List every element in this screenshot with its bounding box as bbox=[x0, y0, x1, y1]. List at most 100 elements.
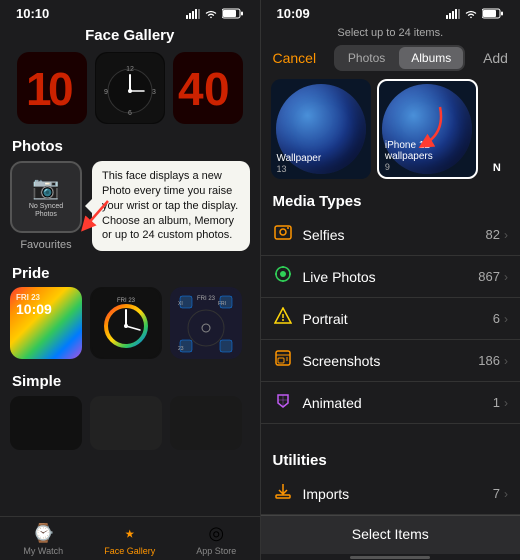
album-grid: Wallpaper 13 iPhone 12 wallpapers 9 N bbox=[261, 79, 520, 187]
selfie-svg bbox=[274, 223, 292, 241]
svg-text:3: 3 bbox=[152, 89, 156, 96]
animated-svg bbox=[274, 391, 292, 409]
svg-text:0: 0 bbox=[48, 63, 74, 115]
media-item-portrait[interactable]: Portrait 6 › bbox=[261, 298, 520, 340]
album-wallpaper-name: Wallpaper bbox=[277, 153, 365, 164]
svg-text:FRI: FRI bbox=[218, 301, 226, 307]
watch-face-1[interactable]: 1 0 bbox=[17, 52, 87, 124]
status-bar-left: 10:10 bbox=[0, 0, 260, 25]
imports-svg bbox=[274, 482, 292, 500]
face-gallery-icon: ⭑ bbox=[125, 523, 135, 544]
imports-label: Imports bbox=[303, 486, 493, 502]
selfies-count: 82 bbox=[486, 227, 500, 242]
status-icons-left bbox=[186, 8, 244, 19]
simple-card-3[interactable] bbox=[170, 396, 242, 450]
media-item-animated[interactable]: Animated 1 › bbox=[261, 382, 520, 424]
pride-label: Pride bbox=[0, 259, 260, 287]
numeral-face-3: 4 0 bbox=[174, 53, 242, 123]
pride-row: FRI 23 10:09 bbox=[0, 287, 260, 359]
selfies-icon bbox=[273, 223, 293, 246]
portrait-count: 6 bbox=[493, 311, 500, 326]
media-item-selfies[interactable]: Selfies 82 › bbox=[261, 214, 520, 256]
media-list: Selfies 82 › Live Photos 867 › bbox=[261, 214, 520, 446]
media-item-live[interactable]: Live Photos 867 › bbox=[261, 256, 520, 298]
screenshots-label: Screenshots bbox=[303, 353, 479, 369]
animated-chevron: › bbox=[504, 396, 508, 410]
photos-section: 📷 No SyncedPhotos Favourites This face d… bbox=[0, 161, 260, 251]
pride-face-1[interactable]: FRI 23 10:09 bbox=[10, 287, 82, 359]
cancel-button[interactable]: Cancel bbox=[273, 50, 317, 66]
watch-face-2[interactable]: 12 6 9 3 bbox=[95, 52, 165, 124]
photos-app-icon: 📷 bbox=[32, 175, 59, 201]
my-watch-icon: ⌚ bbox=[32, 523, 54, 544]
home-indicator bbox=[261, 554, 520, 560]
simple-card-2[interactable] bbox=[90, 396, 162, 450]
live-photos-icon bbox=[273, 265, 293, 288]
svg-text:9: 9 bbox=[104, 89, 108, 96]
album-n[interactable]: N bbox=[484, 79, 510, 179]
svg-text:0: 0 bbox=[204, 63, 230, 115]
nav-app-store-label: App Store bbox=[196, 546, 236, 556]
select-hint: Select up to 24 items. bbox=[261, 25, 520, 45]
signal-icon-right bbox=[446, 9, 460, 19]
portrait-chevron: › bbox=[504, 312, 508, 326]
nav-my-watch[interactable]: ⌚ My Watch bbox=[0, 523, 87, 556]
select-items-label: Select Items bbox=[352, 526, 429, 542]
live-label: Live Photos bbox=[303, 269, 479, 285]
album-wallpaper[interactable]: Wallpaper 13 bbox=[271, 79, 371, 179]
album-wallpaper-count: 13 bbox=[277, 164, 365, 174]
tooltip-text: This face displays a new Photo every tim… bbox=[102, 170, 238, 241]
simple-card-1[interactable] bbox=[10, 396, 82, 450]
battery-icon bbox=[222, 8, 244, 19]
svg-text:12: 12 bbox=[126, 66, 134, 73]
tooltip-bubble: This face displays a new Photo every tim… bbox=[92, 161, 250, 251]
pride-face-2[interactable]: FRI 23 bbox=[90, 287, 162, 359]
favourites-label: Favourites bbox=[20, 235, 71, 251]
photos-section-label: Photos bbox=[0, 134, 260, 161]
pride-time: 10:09 bbox=[16, 302, 52, 316]
numeral-face-1: 1 0 bbox=[18, 53, 86, 123]
app-store-icon: ◎ bbox=[208, 523, 224, 544]
face-gallery-title: Face Gallery bbox=[0, 25, 260, 52]
screenshots-icon bbox=[273, 349, 293, 372]
animated-icon bbox=[273, 391, 293, 414]
select-items-bar[interactable]: Select Items bbox=[261, 515, 520, 554]
watch-face-3[interactable]: 4 0 bbox=[173, 52, 243, 124]
left-panel: 10:10 Face Gallery bbox=[0, 0, 260, 560]
animated-label: Animated bbox=[303, 395, 493, 411]
portrait-label: Portrait bbox=[303, 311, 493, 327]
right-panel: 10:09 Select up to 24 items. Cancel bbox=[261, 0, 520, 560]
media-item-imports[interactable]: Imports 7 › bbox=[261, 473, 520, 515]
screenshots-count: 186 bbox=[478, 353, 500, 368]
time-left: 10:10 bbox=[16, 6, 49, 21]
segment-albums[interactable]: Albums bbox=[399, 47, 463, 69]
analog-face: 12 6 9 3 bbox=[96, 53, 164, 123]
media-item-screenshots[interactable]: Screenshots 186 › bbox=[261, 340, 520, 382]
live-chevron: › bbox=[504, 270, 508, 284]
time-right: 10:09 bbox=[277, 6, 310, 21]
wifi-icon bbox=[204, 9, 218, 19]
status-bar-right: 10:09 bbox=[261, 0, 520, 25]
segment-control: Photos Albums bbox=[334, 45, 465, 71]
album-n-label: N bbox=[493, 162, 501, 174]
animated-count: 1 bbox=[493, 395, 500, 410]
svg-text:XI: XI bbox=[178, 301, 183, 307]
selfies-chevron: › bbox=[504, 228, 508, 242]
album-iphone12-count: 9 bbox=[385, 162, 470, 172]
home-bar bbox=[350, 556, 430, 559]
svg-text:6: 6 bbox=[128, 110, 132, 117]
segment-photos[interactable]: Photos bbox=[336, 47, 397, 69]
selfies-label: Selfies bbox=[303, 227, 486, 243]
nav-face-gallery[interactable]: ⭑ Face Gallery bbox=[87, 523, 174, 556]
pride-face-3[interactable]: FRI 23 XI FRI 23 bbox=[170, 287, 242, 359]
nav-face-gallery-label: Face Gallery bbox=[104, 546, 155, 556]
watch-faces-grid: 1 0 12 6 9 3 4 0 bbox=[0, 52, 260, 134]
svg-text:FRI 23: FRI 23 bbox=[197, 296, 216, 302]
screenshot-svg bbox=[274, 349, 292, 367]
svg-text:23: 23 bbox=[178, 346, 184, 352]
nav-app-store[interactable]: ◎ App Store bbox=[173, 523, 260, 556]
live-svg bbox=[274, 265, 292, 283]
photo-watch-card[interactable]: 📷 No SyncedPhotos bbox=[10, 161, 82, 233]
svg-text:FRI 23: FRI 23 bbox=[117, 298, 136, 304]
add-button[interactable]: Add bbox=[483, 50, 508, 66]
